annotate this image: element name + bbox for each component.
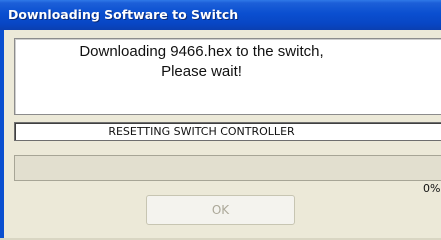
status-text: RESETTING SWITCH CONTROLLER bbox=[108, 125, 295, 138]
window-frame-left bbox=[0, 30, 4, 240]
title-bar[interactable]: Downloading Software to Switch bbox=[0, 0, 441, 30]
progress-bar bbox=[14, 155, 441, 181]
message-line-1: Downloading 9466.hex to the switch, bbox=[79, 43, 324, 60]
ok-button[interactable]: OK bbox=[146, 195, 295, 225]
download-dialog: Downloading Software to Switch Downloadi… bbox=[0, 0, 441, 240]
message-line-2: Please wait! bbox=[161, 63, 242, 80]
progress-percent: 0% bbox=[423, 182, 441, 195]
status-field: RESETTING SWITCH CONTROLLER bbox=[14, 122, 441, 141]
window-title: Downloading Software to Switch bbox=[8, 7, 239, 22]
message-panel: Downloading 9466.hex to the switch, Plea… bbox=[14, 38, 441, 115]
